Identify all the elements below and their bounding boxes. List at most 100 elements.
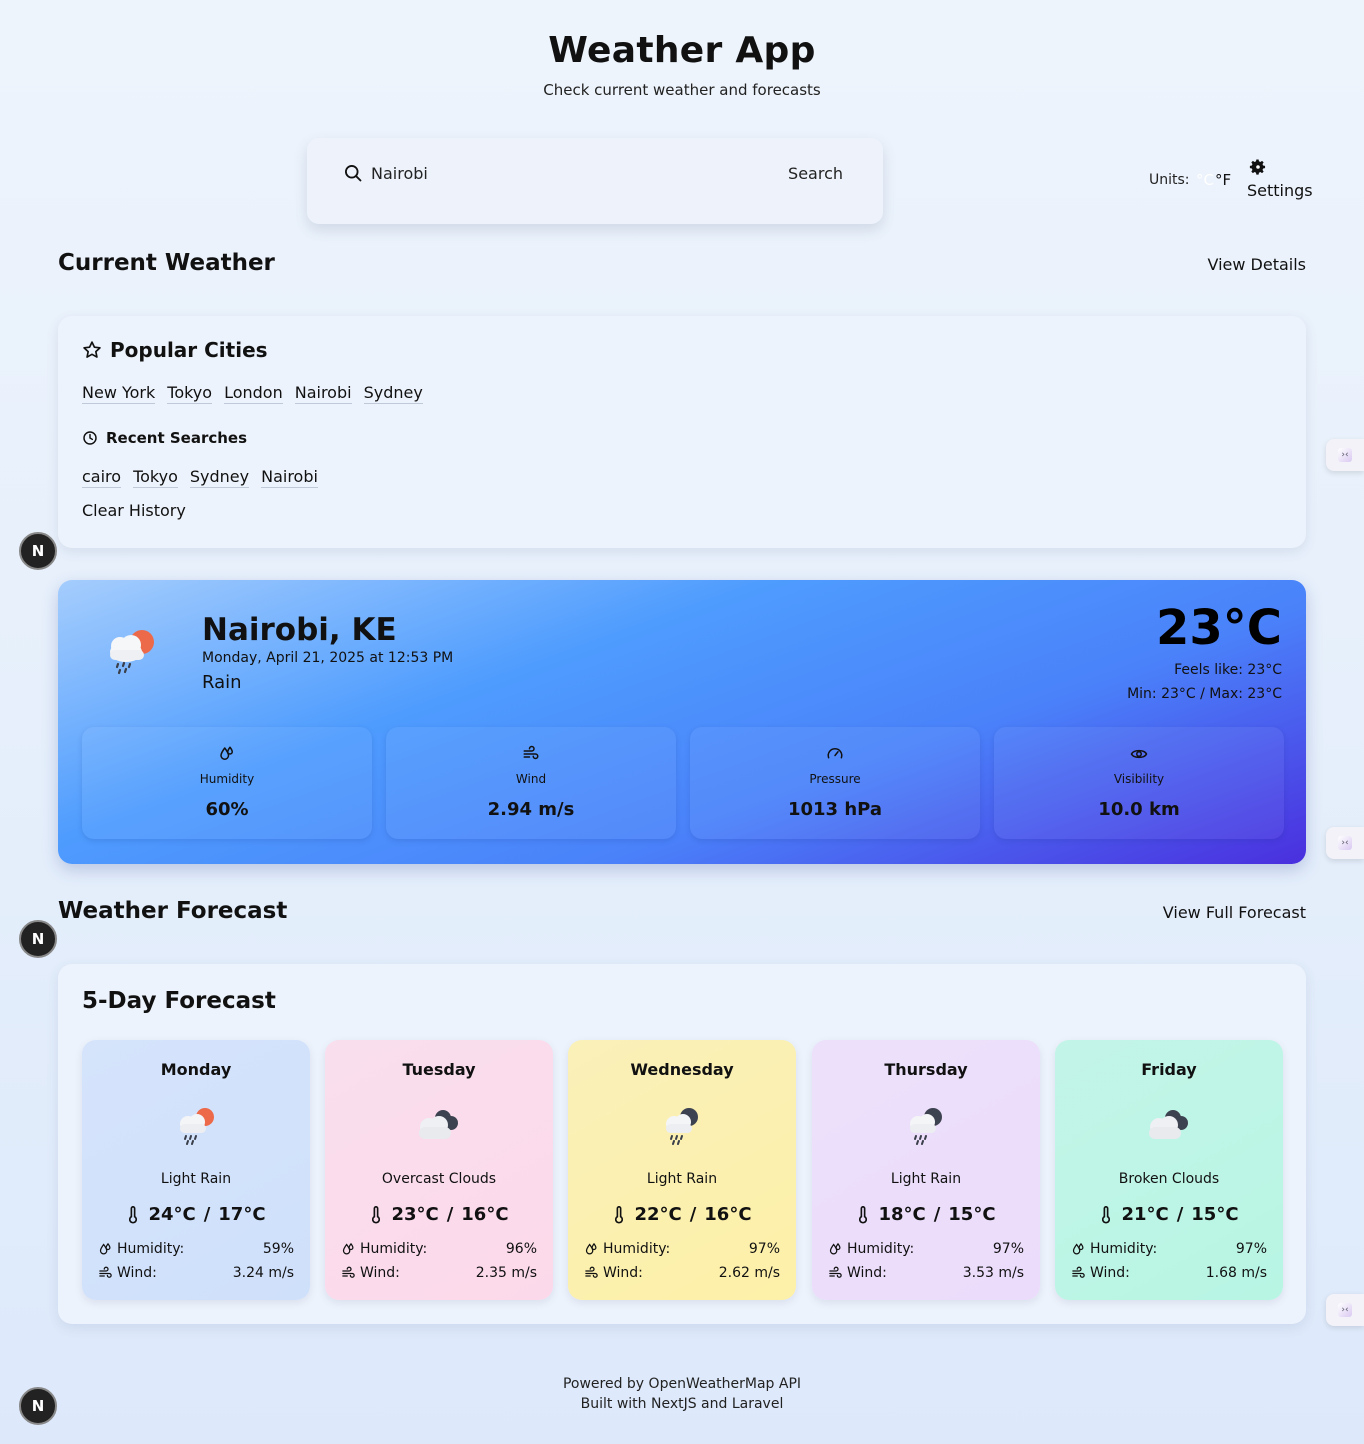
forecast-temperature: 24°C / 17°C	[82, 1204, 310, 1225]
recent-search-chip[interactable]: Sydney	[189, 467, 250, 488]
forecast-wind: 1.68 m/s	[1205, 1265, 1267, 1281]
thermometer-icon	[1102, 1205, 1111, 1224]
view-full-forecast-link[interactable]: View Full Forecast	[1163, 903, 1306, 922]
current-weather-card: Nairobi, KE Monday, April 21, 2025 at 12…	[58, 580, 1306, 864]
droplets-icon	[220, 746, 233, 760]
droplets-icon	[342, 1242, 354, 1254]
wind-icon	[585, 1266, 598, 1278]
popular-cities-heading: Popular Cities	[82, 338, 268, 362]
search-icon	[345, 165, 362, 182]
forecast-day-name: Monday	[160, 1060, 232, 1079]
extension-side-tab[interactable]: ›‹	[1326, 827, 1364, 859]
unit-fahrenheit-toggle[interactable]: °F	[1215, 171, 1231, 189]
gear-icon[interactable]	[1249, 158, 1267, 176]
wind-icon	[829, 1266, 842, 1278]
metric-humidity: Humidity 60%	[82, 727, 372, 839]
forecast-day-card[interactable]: Friday Broken Clouds 21°C / 15°C Humidit…	[1055, 1040, 1283, 1300]
droplets-icon	[99, 1242, 111, 1254]
extension-side-tab[interactable]: ›‹	[1326, 1294, 1364, 1326]
wind-label: Wind:	[360, 1265, 400, 1281]
extension-icon: ›‹	[1338, 448, 1352, 462]
forecast-humidity: 97%	[1235, 1241, 1267, 1257]
thermometer-icon	[859, 1205, 868, 1224]
metric-value: 2.94 m/s	[487, 799, 575, 820]
wind-icon	[1072, 1266, 1085, 1278]
droplets-icon	[829, 1242, 841, 1254]
forecast-low: 17°C	[218, 1204, 266, 1225]
dev-tools-badge[interactable]: N	[19, 532, 57, 570]
dev-tools-badge[interactable]: N	[19, 1387, 57, 1425]
recent-search-chip[interactable]: Nairobi	[261, 467, 318, 488]
forecast-high: 18°C	[878, 1204, 926, 1225]
city-chip[interactable]: Tokyo	[167, 383, 213, 404]
thermometer-icon	[129, 1205, 138, 1224]
rain-sun-cloud-icon	[180, 1108, 214, 1145]
forecast-day-card[interactable]: Thursday Light Rain 18°C / 15°C Humidity…	[812, 1040, 1040, 1300]
humidity-label: Humidity:	[117, 1241, 185, 1257]
wind-label: Wind:	[1090, 1265, 1130, 1281]
forecast-humidity: 97%	[992, 1241, 1024, 1257]
footer-powered-by: Powered by OpenWeatherMap API	[562, 1376, 802, 1392]
temp-separator: /	[446, 1204, 454, 1225]
clear-history-button[interactable]: Clear History	[82, 501, 186, 520]
view-details-link[interactable]: View Details	[1207, 255, 1306, 274]
search-input[interactable]	[371, 160, 751, 186]
humidity-label: Humidity:	[603, 1241, 671, 1257]
metric-label: Wind	[515, 772, 547, 786]
metric-wind: Wind 2.94 m/s	[386, 727, 676, 839]
wind-label: Wind:	[847, 1265, 887, 1281]
wind-icon	[99, 1266, 112, 1278]
forecast-wind: 3.53 m/s	[962, 1265, 1024, 1281]
droplets-icon	[1072, 1242, 1084, 1254]
forecast-wind-row: Wind: 2.35 m/s	[341, 1265, 537, 1281]
overcast-clouds-icon	[419, 1110, 458, 1139]
clock-icon	[83, 431, 97, 445]
metric-visibility: Visibility 10.0 km	[994, 727, 1284, 839]
metric-label: Visibility	[1113, 772, 1165, 786]
forecast-day-name: Friday	[1141, 1060, 1197, 1079]
forecast-day-name: Tuesday	[402, 1060, 476, 1079]
forecast-temperature: 21°C / 15°C	[1055, 1204, 1283, 1225]
forecast-humidity-row: Humidity: 97%	[584, 1241, 780, 1257]
rain-night-cloud-icon	[666, 1108, 698, 1145]
search-bar: Search	[307, 138, 883, 224]
footer: Powered by OpenWeatherMap API Built with…	[0, 1374, 1364, 1414]
dev-tools-badge[interactable]: N	[19, 920, 57, 958]
city-chip[interactable]: London	[224, 383, 283, 404]
city-chip[interactable]: Nairobi	[294, 383, 352, 404]
rain-night-cloud-icon	[910, 1108, 942, 1145]
city-shortcuts-card: Popular Cities New York Tokyo London Nai…	[58, 316, 1306, 548]
metric-value: 1013 hPa	[787, 799, 883, 820]
city-chip[interactable]: Sydney	[363, 383, 423, 404]
forecast-humidity: 96%	[505, 1241, 537, 1257]
humidity-label: Humidity:	[360, 1241, 428, 1257]
recent-search-chip[interactable]: Tokyo	[133, 467, 178, 488]
footer-built-with: Built with NextJS and Laravel	[580, 1396, 784, 1412]
settings-button[interactable]: Settings	[1247, 181, 1313, 200]
forecast-card: 5-Day Forecast Monday Light Rain 24°C / …	[58, 964, 1306, 1324]
forecast-high: 24°C	[148, 1204, 196, 1225]
forecast-day-card[interactable]: Tuesday Overcast Clouds 23°C / 16°C Humi…	[325, 1040, 553, 1300]
rain-sun-cloud-icon	[110, 630, 154, 675]
feels-like: Feels like: 23°C	[1174, 662, 1282, 678]
recent-search-chip[interactable]: cairo	[82, 467, 122, 488]
unit-celsius-toggle[interactable]: °C	[1196, 171, 1214, 189]
extension-side-tab[interactable]: ›‹	[1326, 439, 1364, 471]
temp-separator: /	[689, 1204, 697, 1225]
gauge-icon	[827, 748, 843, 759]
forecast-day-card[interactable]: Wednesday Light Rain 22°C / 16°C Humidit…	[568, 1040, 796, 1300]
forecast-description: Broken Clouds	[1118, 1171, 1220, 1187]
extension-icon: ›‹	[1338, 836, 1352, 850]
city-chip[interactable]: New York	[82, 383, 156, 404]
forecast-high: 22°C	[634, 1204, 682, 1225]
metric-value: 10.0 km	[1098, 799, 1180, 820]
forecast-wind-row: Wind: 3.53 m/s	[828, 1265, 1024, 1281]
thermometer-icon	[615, 1205, 624, 1224]
forecast-high: 21°C	[1121, 1204, 1169, 1225]
forecast-day-card[interactable]: Monday Light Rain 24°C / 17°C Humidity: …	[82, 1040, 310, 1300]
weather-forecast-heading: Weather Forecast	[58, 898, 288, 924]
current-datetime: Monday, April 21, 2025 at 12:53 PM	[202, 650, 454, 666]
temp-separator: /	[203, 1204, 211, 1225]
humidity-label: Humidity:	[847, 1241, 915, 1257]
search-button[interactable]: Search	[777, 160, 843, 186]
